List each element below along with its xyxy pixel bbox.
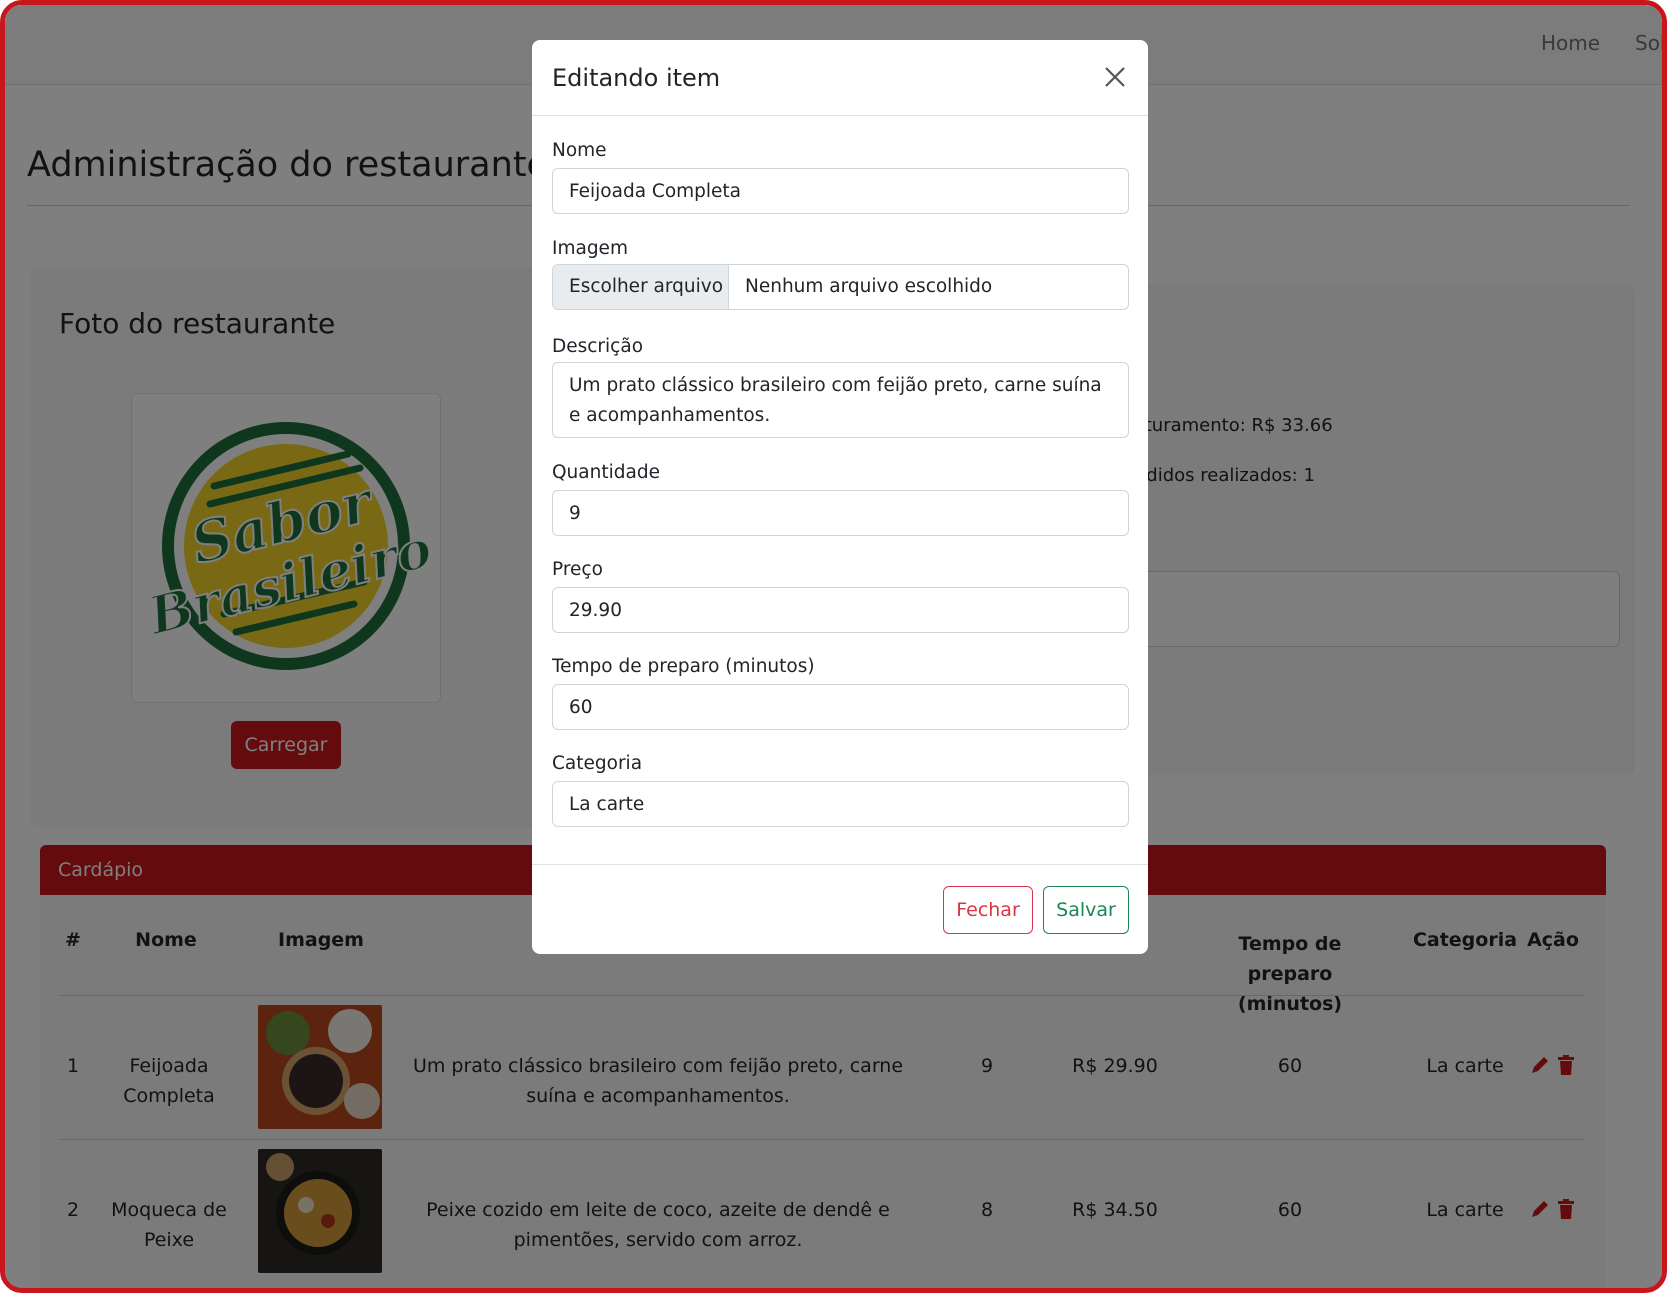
save-button[interactable]: Salvar — [1043, 886, 1129, 934]
choose-file-button[interactable]: Escolher arquivo — [553, 265, 729, 309]
quantity-label: Quantidade — [552, 462, 660, 483]
edit-item-modal: Editando item Nome Imagem Escolher arqui… — [532, 40, 1148, 954]
modal-title: Editando item — [552, 64, 721, 92]
close-button[interactable]: Fechar — [943, 886, 1033, 934]
prep-time-input[interactable] — [552, 684, 1129, 730]
price-label: Preço — [552, 559, 603, 580]
name-input[interactable] — [552, 168, 1129, 214]
close-icon — [1105, 67, 1125, 87]
browser-frame: Home Sobre Administração do restaurante … — [0, 0, 1667, 1293]
modal-header: Editando item — [532, 40, 1148, 116]
image-file-input[interactable]: Escolher arquivo Nenhum arquivo escolhid… — [552, 264, 1129, 310]
prep-time-label: Tempo de preparo (minutos) — [552, 656, 815, 677]
file-name-text: Nenhum arquivo escolhido — [745, 276, 993, 297]
category-label: Categoria — [552, 753, 643, 774]
quantity-input[interactable] — [552, 490, 1129, 536]
close-modal-button[interactable] — [1100, 62, 1130, 92]
description-textarea[interactable]: Um prato clássico brasileiro com feijão … — [552, 362, 1129, 438]
category-input[interactable] — [552, 781, 1129, 827]
name-label: Nome — [552, 140, 607, 161]
modal-footer: Fechar Salvar — [532, 864, 1148, 954]
image-label: Imagem — [552, 238, 628, 259]
description-label: Descrição — [552, 336, 644, 357]
price-input[interactable] — [552, 587, 1129, 633]
